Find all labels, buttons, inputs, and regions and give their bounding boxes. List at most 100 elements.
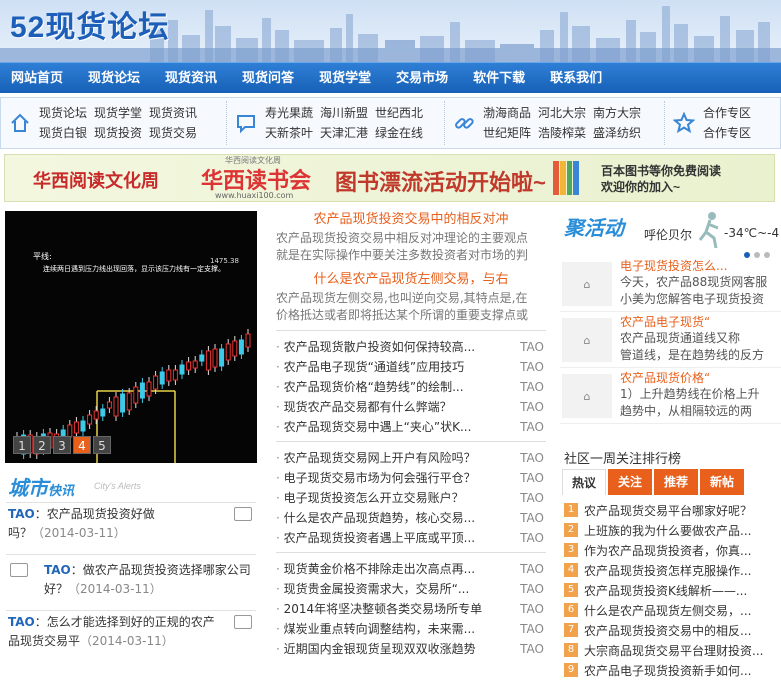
news-title[interactable]: 农产品现货散户投资如何保持较高... xyxy=(276,337,475,357)
rank-title-text[interactable]: 上班族的我为什么要做农产品... xyxy=(584,522,751,539)
quick-link[interactable]: 寿光果蔬 xyxy=(265,104,313,122)
news-author[interactable]: TAO xyxy=(520,579,546,599)
ad-banner[interactable]: 华西阅读文化周 华西阅读文化周 华西读书会 www.huaxi100.com 图… xyxy=(4,154,775,202)
nav-news[interactable]: 现货资讯 xyxy=(154,63,231,94)
activity-item[interactable]: ⌂ 农产品电子现货“ 农产品现货通道线又称 管道线，是在趋势线的反方 xyxy=(560,312,781,368)
headline-title[interactable]: 农产品现货投资交易中的相反对冲 xyxy=(276,210,546,230)
news-title[interactable]: 农产品现货价格“趋势线”的绘制... xyxy=(276,377,464,397)
headline-title[interactable]: 什么是农产品现货左侧交易，与右 xyxy=(276,270,546,290)
rank-item[interactable]: 9 农产品电子现货投资新手如何... xyxy=(564,660,781,680)
tab-recommend[interactable]: 推荐 xyxy=(654,469,698,495)
quick-link[interactable]: 现货学堂 xyxy=(94,104,142,122)
rank-item[interactable]: 6 什么是农产品现货左侧交易，... xyxy=(564,600,781,620)
image-slider[interactable]: 平线: 连续两日遇到压力线出现回落，显示该压力线有一定支撑。 1475.38 xyxy=(5,211,257,463)
nav-home[interactable]: 网站首页 xyxy=(0,63,77,94)
alert-checkbox[interactable] xyxy=(10,563,28,577)
quick-link[interactable]: 天新茶叶 xyxy=(265,124,313,142)
alert-user[interactable]: TAO xyxy=(44,563,71,577)
quick-link[interactable]: 浩陵榨菜 xyxy=(538,124,586,142)
news-title[interactable]: 现货农产品交易都有什么弊端？ xyxy=(276,397,452,417)
activity-item[interactable]: ⌂ 电子现货投资怎么... 今天，农产品88现货网客服 小美为您解答电子现货投资 xyxy=(560,256,781,312)
quick-link[interactable]: 世纪矩阵 xyxy=(483,124,531,142)
quick-link[interactable]: 海川新盟 xyxy=(320,104,368,122)
news-row[interactable]: 农产品电子现货“通道线”应用技巧 TAO xyxy=(276,357,546,377)
news-author[interactable]: TAO xyxy=(520,639,546,659)
news-row[interactable]: 现货农产品交易都有什么弊端？ TAO xyxy=(276,397,546,417)
news-author[interactable]: TAO xyxy=(520,337,546,357)
news-author[interactable]: TAO xyxy=(520,619,546,639)
rank-title-text[interactable]: 作为农产品现货投资者，你真... xyxy=(584,542,751,559)
quick-link[interactable]: 绿金在线 xyxy=(375,124,423,142)
news-row[interactable]: 煤炭业重点转向调整结构，未来需... TAO xyxy=(276,619,546,639)
news-row[interactable]: 农产品现货交易中遇上“夹心”状K... TAO xyxy=(276,417,546,437)
rank-item[interactable]: 5 农产品现货投资K线解析——... xyxy=(564,580,781,600)
tab-follow[interactable]: 关注 xyxy=(608,469,652,495)
news-title[interactable]: 煤炭业重点转向调整结构，未来需... xyxy=(276,619,475,639)
nav-market[interactable]: 交易市场 xyxy=(385,63,462,94)
quick-link[interactable]: 现货论坛 xyxy=(39,104,87,122)
news-row[interactable]: 2014年将坚决整顿各类交易场所专单 TAO xyxy=(276,599,546,619)
quick-link[interactable]: 河北大宗 xyxy=(538,104,586,122)
news-author[interactable]: TAO xyxy=(520,599,546,619)
nav-contact[interactable]: 联系我们 xyxy=(539,63,616,94)
activity-title[interactable]: 农产品电子现货“ xyxy=(620,314,710,330)
rank-item[interactable]: 4 农产品现货投资怎样克服操作... xyxy=(564,560,781,580)
quick-link[interactable]: 现货交易 xyxy=(149,124,197,142)
nav-download[interactable]: 软件下载 xyxy=(462,63,539,94)
news-row[interactable]: 农产品现货散户投资如何保持较高... TAO xyxy=(276,337,546,357)
rank-title-text[interactable]: 农产品现货投资交易中的相反... xyxy=(584,622,751,639)
news-row[interactable]: 电子现货交易市场为何会强行平仓？ TAO xyxy=(276,468,546,488)
news-title[interactable]: 近期国内金银现货呈现双双收涨趋势 xyxy=(276,639,476,659)
alert-user[interactable]: TAO xyxy=(8,615,35,629)
slider-tab[interactable]: 1 xyxy=(13,436,31,454)
rank-item[interactable]: 2 上班族的我为什么要做农产品... xyxy=(564,520,781,540)
news-row[interactable]: 农产品现货价格“趋势线”的绘制... TAO xyxy=(276,377,546,397)
rank-item[interactable]: 3 作为农产品现货投资者，你真... xyxy=(564,540,781,560)
quick-link[interactable]: 盛泽纺织 xyxy=(593,124,641,142)
site-logo[interactable]: 52现货论坛 xyxy=(10,2,169,46)
news-title[interactable]: 电子现货交易市场为何会强行平仓？ xyxy=(276,468,476,488)
tab-hot[interactable]: 热议 xyxy=(562,469,606,495)
news-author[interactable]: TAO xyxy=(520,448,546,468)
rank-title-text[interactable]: 大宗商品现货交易平台理财投资... xyxy=(584,642,763,659)
activity-title[interactable]: 农产品现货价格“ xyxy=(620,370,710,386)
rank-title-text[interactable]: 农产品现货投资K线解析——... xyxy=(584,582,747,599)
quick-link[interactable]: 天津汇港 xyxy=(320,124,368,142)
news-author[interactable]: TAO xyxy=(520,417,546,437)
nav-school[interactable]: 现货学堂 xyxy=(308,63,385,94)
nav-qa[interactable]: 现货问答 xyxy=(231,63,308,94)
news-author[interactable]: TAO xyxy=(520,377,546,397)
activity-title[interactable]: 电子现货投资怎么... xyxy=(620,258,727,274)
news-title[interactable]: 农产品现货交易中遇上“夹心”状K... xyxy=(276,417,472,437)
quick-link[interactable]: 合作专区 xyxy=(703,124,751,142)
quick-link[interactable]: 世纪西北 xyxy=(375,104,423,122)
rank-title-text[interactable]: 农产品现货交易平台哪家好呢？ xyxy=(584,502,752,519)
alert-item[interactable]: TAO：怎么才能选择到好的正规的农产品现货交易平（2014-03-11） xyxy=(6,610,256,662)
slider-tab-active[interactable]: 4 xyxy=(73,436,91,454)
alert-item[interactable]: TAO：做农产品现货投资选择哪家公司好？（2014-03-11） xyxy=(6,554,256,606)
news-author[interactable]: TAO xyxy=(520,528,546,548)
news-author[interactable]: TAO xyxy=(520,488,546,508)
quick-link[interactable]: 南方大宗 xyxy=(593,104,641,122)
news-row[interactable]: 现货黄金价格不排除走出次高点再... TAO xyxy=(276,559,546,579)
rank-item[interactable]: 8 大宗商品现货交易平台理财投资... xyxy=(564,640,781,660)
tab-new[interactable]: 新帖 xyxy=(700,469,744,495)
news-title[interactable]: 农产品现货交易网上开户有风险吗？ xyxy=(276,448,476,468)
news-author[interactable]: TAO xyxy=(520,468,546,488)
news-row[interactable]: 农产品现货投资者遇上平底或平顶... TAO xyxy=(276,528,546,548)
news-author[interactable]: TAO xyxy=(520,397,546,417)
news-row[interactable]: 现货贵金属投资需求大，交易所“... TAO xyxy=(276,579,546,599)
news-title[interactable]: 什么是农产品现货趋势，核心交易... xyxy=(276,508,475,528)
alert-checkbox[interactable] xyxy=(234,615,252,629)
news-title[interactable]: 现货黄金价格不排除走出次高点再... xyxy=(276,559,475,579)
rank-item[interactable]: 1 农产品现货交易平台哪家好呢？ xyxy=(564,500,781,520)
alert-checkbox[interactable] xyxy=(234,507,252,521)
news-title[interactable]: 2014年将坚决整顿各类交易场所专单 xyxy=(276,599,483,619)
nav-forum[interactable]: 现货论坛 xyxy=(77,63,154,94)
rank-title-text[interactable]: 农产品电子现货投资新手如何... xyxy=(584,662,751,679)
news-author[interactable]: TAO xyxy=(520,508,546,528)
activity-item[interactable]: ⌂ 农产品现货价格“ 1）上升趋势线在价格上升 趋势中，从相隔较远的两 xyxy=(560,368,781,424)
news-title[interactable]: 电子现货投资怎么开立交易账户？ xyxy=(276,488,464,508)
quick-link[interactable]: 现货资讯 xyxy=(149,104,197,122)
alert-user[interactable]: TAO xyxy=(8,507,35,521)
